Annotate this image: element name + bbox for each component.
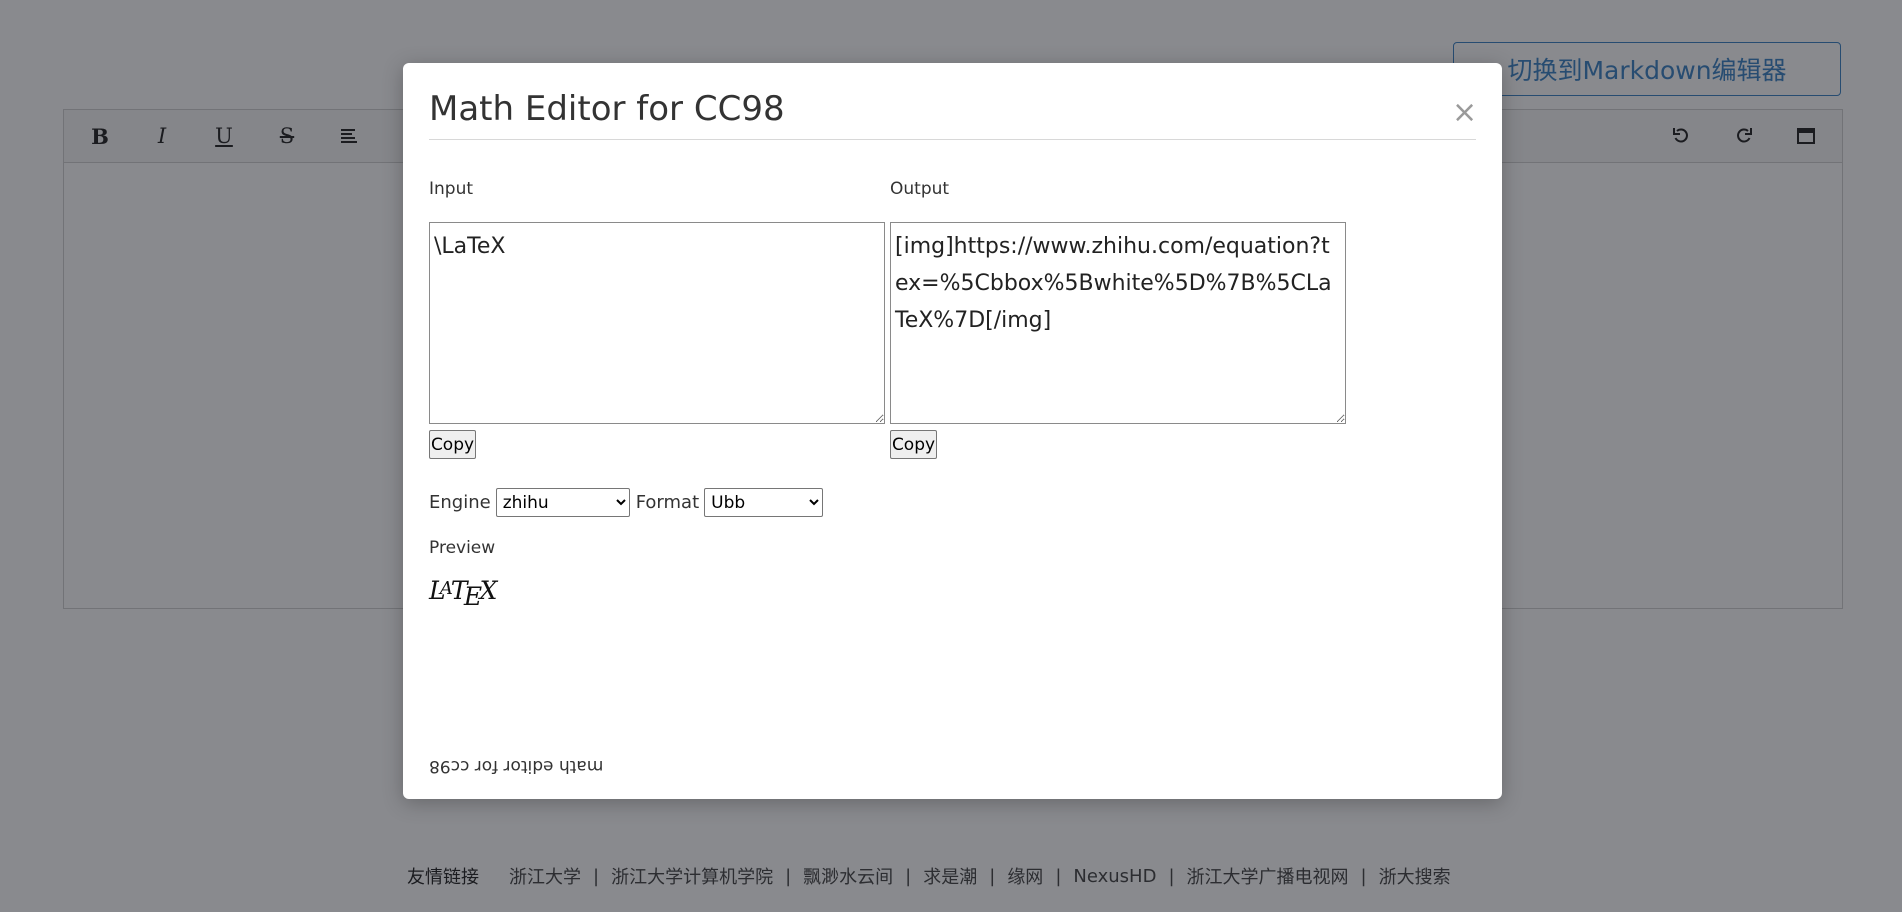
copy-output-button[interactable]: Copy: [890, 430, 937, 459]
math-editor-modal: Math Editor for CC98 × Input Output \LaT…: [403, 63, 1502, 799]
format-select[interactable]: Ubb: [704, 488, 824, 517]
output-textarea[interactable]: [img]https://www.zhihu.com/equation?tex=…: [890, 222, 1346, 424]
copy-input-button[interactable]: Copy: [429, 430, 476, 459]
latex-input[interactable]: \LaTeX: [429, 222, 885, 424]
modal-title: Math Editor for CC98: [429, 89, 785, 129]
engine-select[interactable]: zhihu: [495, 488, 630, 517]
title-divider: [429, 139, 1476, 140]
options-row: Engine zhihu Format Ubb: [429, 488, 829, 517]
modal-footer-text: math editor for cc98: [429, 756, 604, 776]
close-icon[interactable]: ×: [1452, 98, 1477, 128]
preview-X: X: [479, 576, 498, 605]
preview-label: Preview: [429, 538, 496, 558]
format-label: Format: [635, 492, 700, 513]
input-label: Input: [429, 179, 474, 199]
engine-label: Engine: [429, 492, 491, 513]
latex-preview: LATEX: [429, 578, 497, 609]
output-label: Output: [890, 179, 950, 199]
